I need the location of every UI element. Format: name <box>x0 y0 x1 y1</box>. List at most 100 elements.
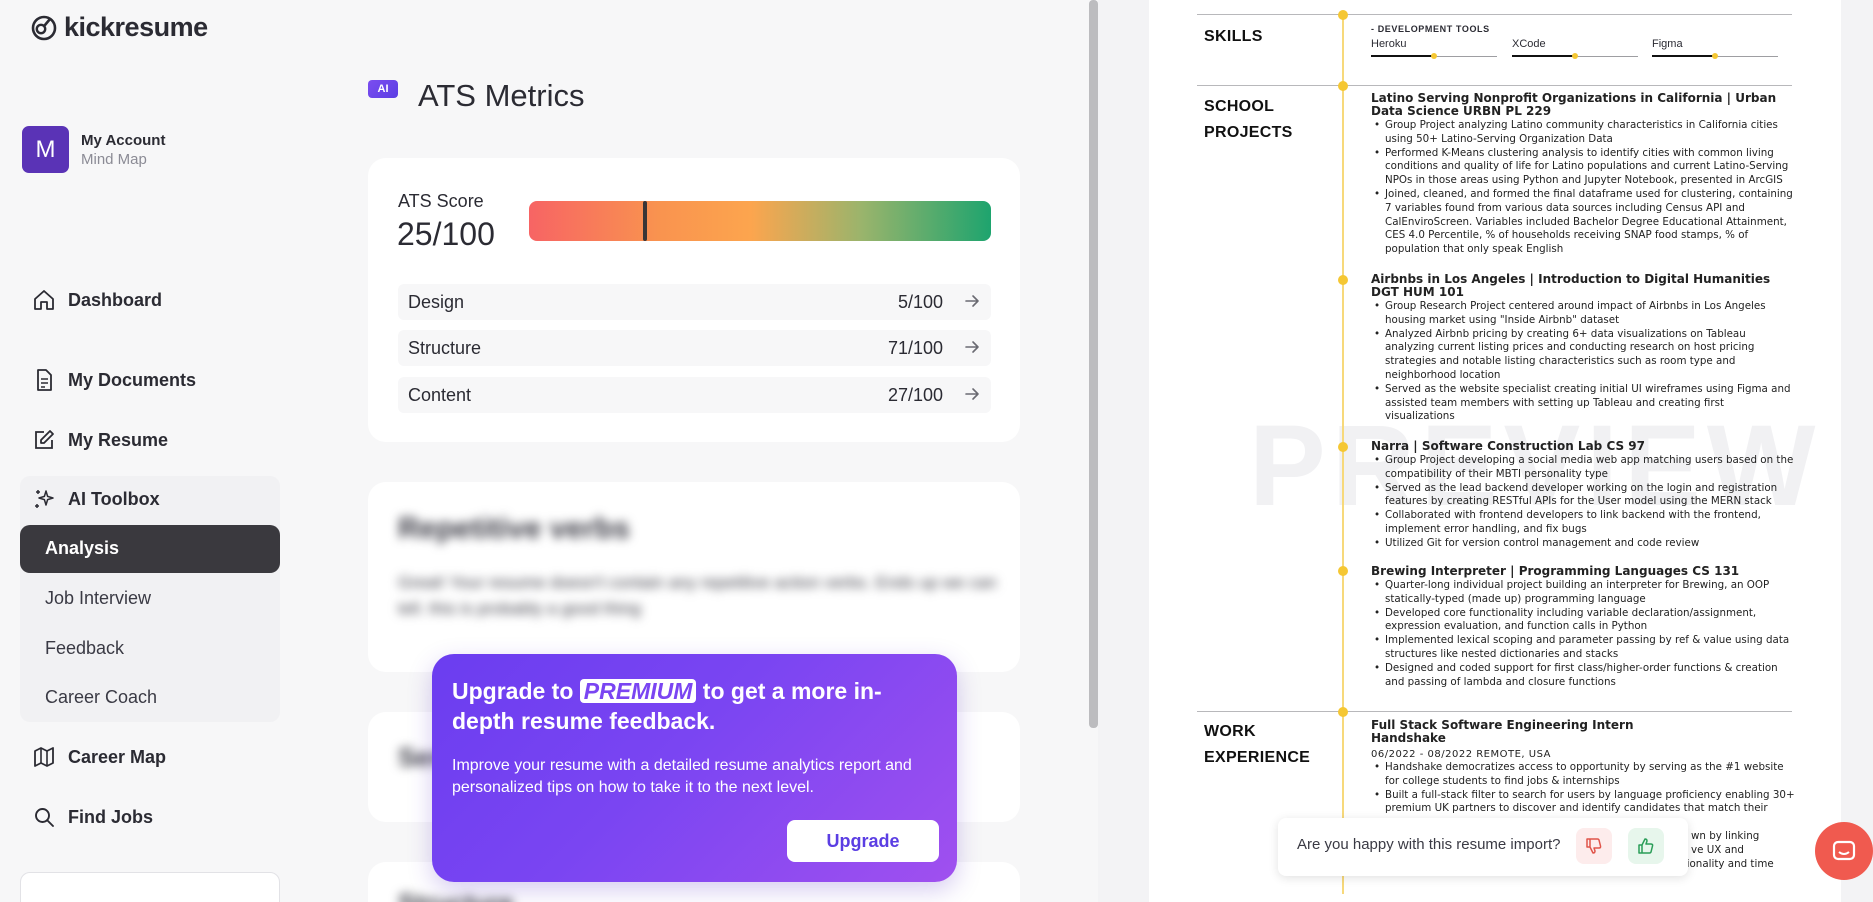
work-label-line2: EXPERIENCE <box>1204 749 1311 766</box>
nav-ai-toolbox[interactable]: AI Toolbox <box>32 487 160 511</box>
project-entry: Brewing Interpreter | Programming Langua… <box>1371 565 1796 689</box>
skills-label: SKILLS <box>1204 28 1263 45</box>
nav-dashboard[interactable]: Dashboard <box>32 288 162 312</box>
nav-find-jobs[interactable]: Find Jobs <box>32 805 153 829</box>
feedback-question: Are you happy with this resume import? <box>1297 836 1561 853</box>
scrollbar[interactable] <box>1089 0 1098 728</box>
school-projects-label: SCHOOL PROJECTS <box>1204 94 1293 146</box>
brand-logo[interactable]: kickresume <box>30 12 208 43</box>
premium-tag: PREMIUM <box>579 679 697 703</box>
job-bullet: Handshake democratizes access to opportu… <box>1371 761 1796 789</box>
sparkles-icon <box>35 490 54 508</box>
project-bullet: Group Project developing a social media … <box>1371 454 1796 482</box>
project-entry: Latino Serving Nonprofit Organizations i… <box>1371 92 1796 257</box>
project-bullet: Analyzed Airbnb pricing by creating 6+ d… <box>1371 328 1796 383</box>
nav-career-map-label: Career Map <box>68 746 167 767</box>
project-entry: Airbnbs in Los Angeles | Introduction to… <box>1371 273 1796 424</box>
tool-level-fill <box>1512 55 1575 57</box>
project-title: Airbnbs in Los Angeles | Introduction to… <box>1371 272 1771 299</box>
project-title: Brewing Interpreter | Programming Langua… <box>1371 564 1740 578</box>
metric-value: 71/100 <box>887 338 943 358</box>
promo-heading: Upgrade to PREMIUM to get a more in-dept… <box>452 676 892 736</box>
metric-row-structure[interactable]: Structure 71/100 <box>398 330 991 366</box>
repetitive-verbs-title: Repetitive verbs <box>398 512 630 545</box>
project-bullet: Group Research Project centered around i… <box>1371 300 1796 328</box>
metric-row-design[interactable]: Design 5/100 <box>398 284 991 320</box>
kickresume-logo-icon <box>31 15 57 40</box>
tool-level-fill <box>1371 55 1434 57</box>
metric-name: Design <box>408 292 465 312</box>
timeline-dot <box>1338 442 1348 452</box>
arrow-right-icon <box>965 388 979 400</box>
timeline-dot <box>1338 81 1348 91</box>
job-company: Handshake <box>1371 731 1446 745</box>
thumbs-up-button[interactable] <box>1628 828 1664 864</box>
thumbs-down-button[interactable] <box>1576 828 1612 864</box>
tool-name: Figma <box>1652 38 1683 50</box>
promo-heading-before: Upgrade to <box>452 678 574 704</box>
nav-job-interview[interactable]: Job Interview <box>45 588 151 609</box>
project-bullet: Performed K-Means clustering analysis to… <box>1371 147 1796 188</box>
structure-title: Structure <box>398 888 514 902</box>
project-bullet: Collaborated with frontend developers to… <box>1371 509 1796 537</box>
nav-my-documents-label: My Documents <box>68 369 197 390</box>
tool-level-dot <box>1431 53 1437 59</box>
arrow-right-icon <box>965 295 979 307</box>
repetitive-verbs-body: Great! Your resume doesn't contain any r… <box>398 573 997 618</box>
map-icon <box>34 747 54 767</box>
account-subtitle: Mind Map <box>81 150 147 168</box>
project-bullet: Served as the lead backend developer wor… <box>1371 482 1796 510</box>
resume-page: PREVIEW SKILLS - DEVELOPMENT TOOLS Herok… <box>1149 0 1841 902</box>
nav-career-coach[interactable]: Career Coach <box>45 687 157 708</box>
tools-category: - DEVELOPMENT TOOLS <box>1371 24 1490 34</box>
upgrade-button[interactable]: Upgrade <box>787 820 939 862</box>
project-bullet: Joined, cleaned, and formed the final da… <box>1371 188 1796 257</box>
thumbs-up-icon <box>1638 838 1654 854</box>
nav-my-documents[interactable]: My Documents <box>32 368 196 392</box>
ats-score-marker <box>642 201 647 241</box>
metric-name: Structure <box>408 338 482 358</box>
nav-dashboard-label: Dashboard <box>68 289 163 310</box>
nav-analysis-label: Analysis <box>45 538 120 558</box>
project-bullet: Served as the website specialist creatin… <box>1371 383 1796 424</box>
search-icon <box>35 808 54 827</box>
timeline-dot <box>1338 10 1348 20</box>
tool-name: XCode <box>1512 38 1546 50</box>
chat-button[interactable] <box>1815 822 1873 880</box>
divider <box>1197 711 1792 712</box>
metric-name: Content <box>408 385 472 405</box>
project-title: Latino Serving Nonprofit Organizations i… <box>1371 91 1777 118</box>
divider <box>1197 14 1792 15</box>
project-title: Narra | Software Construction Lab CS 97 <box>1371 439 1645 453</box>
timeline-dot <box>1338 707 1348 717</box>
job-bullet: Built a full-stack filter to search for … <box>1371 789 1796 817</box>
nav-career-map[interactable]: Career Map <box>32 745 166 769</box>
avatar: M <box>22 126 69 173</box>
nav-find-jobs-label: Find Jobs <box>68 806 153 827</box>
sidebar-bottom-card[interactable] <box>20 872 280 902</box>
promo-body: Improve your resume with a detailed resu… <box>452 757 912 796</box>
project-bullet: Implemented lexical scoping and paramete… <box>1371 634 1796 662</box>
nav-feedback[interactable]: Feedback <box>45 638 124 659</box>
page-title: ATS Metrics <box>418 78 585 113</box>
work-label-line1: WORK <box>1204 723 1256 740</box>
ats-score-label: ATS Score <box>398 191 484 211</box>
account-switcher[interactable]: M My Account Mind Map <box>22 126 165 173</box>
metric-value: 27/100 <box>887 385 943 405</box>
import-feedback-bar: Are you happy with this resume import? <box>1278 818 1688 876</box>
tool-level-dot <box>1712 53 1718 59</box>
nav-my-resume[interactable]: My Resume <box>32 428 168 452</box>
account-title: My Account <box>81 131 166 149</box>
thumbs-down-icon <box>1586 838 1602 854</box>
tool-level-dot <box>1572 53 1578 59</box>
tool-level-fill <box>1652 55 1715 57</box>
project-bullet: Group Project analyzing Latino community… <box>1371 119 1796 147</box>
work-experience-label: WORK EXPERIENCE <box>1204 719 1310 771</box>
school-label-line1: SCHOOL <box>1204 98 1275 115</box>
chat-icon <box>1832 840 1856 861</box>
project-bullet: Developed core functionality including v… <box>1371 607 1796 635</box>
metric-row-content[interactable]: Content 27/100 <box>398 377 991 413</box>
home-icon <box>34 290 54 310</box>
metric-value: 5/100 <box>897 292 943 312</box>
timeline-dot <box>1338 566 1348 576</box>
